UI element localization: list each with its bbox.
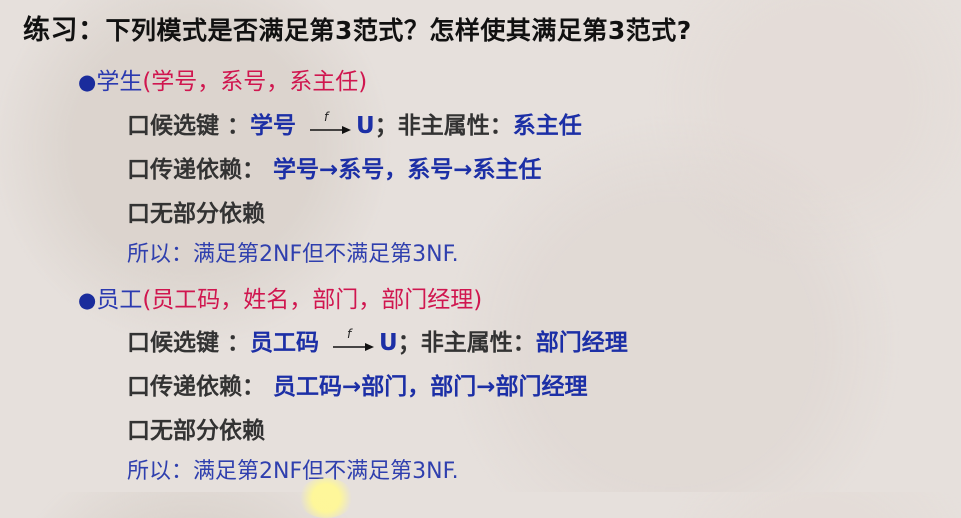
row-label: 无部分依赖 [150, 201, 265, 227]
title-lead: 练习： [23, 15, 106, 46]
row-label: 候选键 ： [150, 113, 251, 139]
bullet-icon: ● [78, 70, 97, 94]
checkbox-icon: 口 [127, 113, 150, 139]
candidate-key: 员工码 [250, 330, 320, 356]
dependency-chain: 学号→系号，系号→系主任 [273, 157, 542, 183]
candidate-key-row: 口候选键 ：员工码 f U；非主属性：部门经理 [127, 323, 628, 357]
conclusion: 所以：满足第2NF但不满足第3NF. [127, 459, 459, 484]
title-question: 下列模式是否满足第3范式？怎样使其满足第3范式? [105, 16, 692, 45]
row-label: 无部分依赖 [150, 418, 265, 444]
arrow-icon [333, 342, 375, 351]
checkbox-icon: 口 [127, 330, 150, 356]
bullet-icon: ● [78, 288, 97, 312]
no-partial-dependency-row: 口无部分依赖 [127, 194, 265, 228]
row-label: 传递依赖： [150, 157, 274, 183]
checkbox-icon: 口 [127, 374, 150, 400]
candidate-key: 学号 [250, 113, 297, 139]
fd-target: U [356, 113, 375, 139]
row-label: 传递依赖： [150, 374, 274, 400]
checkbox-icon: 口 [127, 418, 150, 444]
functional-dependency-arrow-icon: f [331, 327, 375, 354]
candidate-key-row: 口候选键 ：学号 f U；非主属性：系主任 [127, 106, 582, 140]
arrow-icon [310, 125, 352, 134]
dependency-chain: 员工码→部门，部门→部门经理 [273, 374, 588, 400]
separator-label: ；非主属性： [374, 113, 513, 139]
fd-label: f [324, 109, 329, 124]
schema-name: 学生 [96, 69, 143, 95]
no-partial-dependency-row: 口无部分依赖 [127, 411, 265, 445]
nonprime-attribute: 部门经理 [535, 330, 628, 356]
schema-name: 员工 [96, 287, 143, 313]
conclusion: 所以：满足第2NF但不满足第3NF. [127, 242, 459, 267]
schema-employee: ●员工(员工码，姓名，部门，部门经理) [78, 280, 482, 314]
nonprime-attribute: 系主任 [512, 113, 582, 139]
checkbox-icon: 口 [127, 201, 150, 227]
cursor-highlight [298, 478, 354, 518]
transitive-dependency-row: 口传递依赖： 员工码→部门，部门→部门经理 [127, 367, 588, 401]
functional-dependency-arrow-icon: f [308, 110, 352, 137]
schema-attributes: (员工码，姓名，部门，部门经理) [142, 287, 483, 313]
checkbox-icon: 口 [127, 157, 150, 183]
fd-target: U [379, 330, 398, 356]
schema-student: ●学生(学号，系号，系主任) [78, 62, 367, 96]
transitive-dependency-row: 口传递依赖： 学号→系号，系号→系主任 [127, 150, 542, 184]
schema-attributes: (学号，系号，系主任) [142, 69, 368, 95]
exercise-title: 练习：下列模式是否满足第3范式？怎样使其满足第3范式? [23, 8, 692, 47]
fd-label: f [347, 326, 352, 341]
slide: 练习：下列模式是否满足第3范式？怎样使其满足第3范式? ●学生(学号，系号，系主… [0, 0, 961, 518]
separator-label: ；非主属性： [397, 330, 536, 356]
row-label: 候选键 ： [150, 330, 251, 356]
